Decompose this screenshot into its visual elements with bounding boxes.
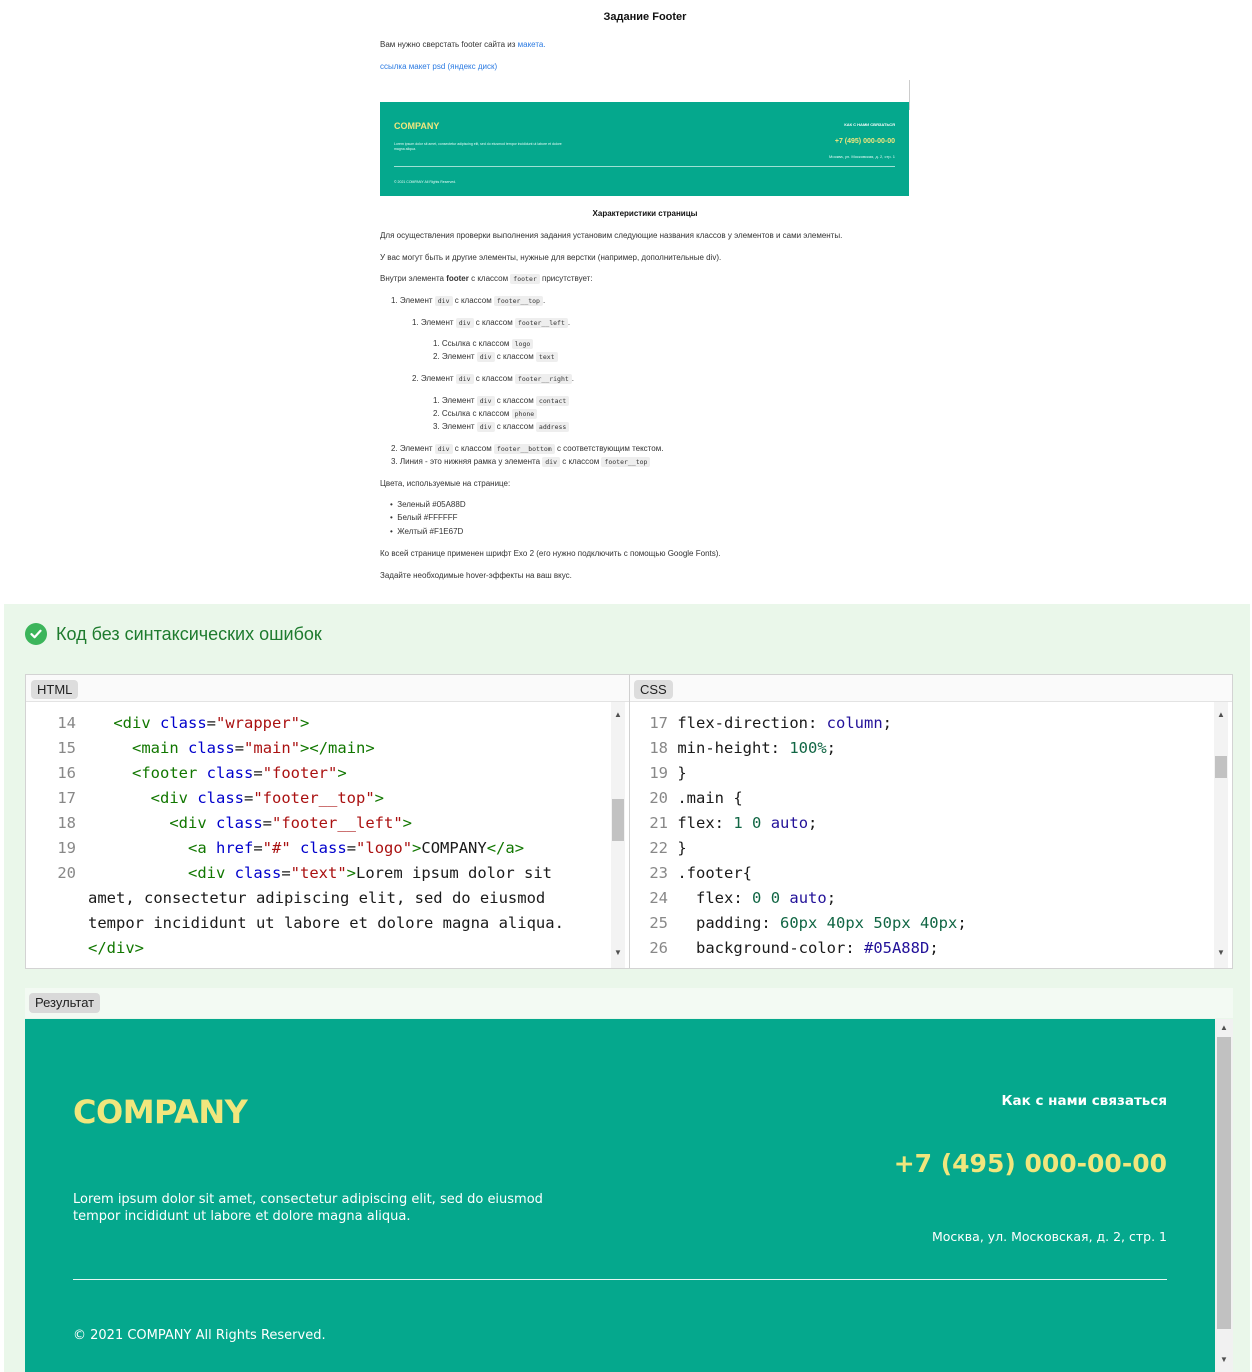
code-line: 20 <div class="text">Lorem ipsum dolor s… bbox=[57, 864, 552, 882]
intro-paragraph: Вам нужно сверстать footer сайта из маке… bbox=[380, 40, 546, 51]
footer-text: Lorem ipsum dolor sit amet, consectetur … bbox=[73, 1192, 543, 1224]
list-item: • Зеленый #05A88D bbox=[390, 500, 466, 509]
html-editor-scrollbar[interactable]: ▲ ▼ bbox=[611, 702, 625, 968]
code-line: 25 padding: 60px 40px 50px 40px; bbox=[649, 914, 967, 932]
para-classes: Для осуществления проверки выполнения за… bbox=[380, 231, 843, 240]
code-line: 19 } bbox=[649, 764, 687, 782]
footer-divider bbox=[73, 1279, 1167, 1280]
code-line: 18 min-height: 100%; bbox=[649, 739, 836, 757]
list-item: • Белый #FFFFFF bbox=[390, 513, 458, 522]
scroll-down-icon[interactable]: ▼ bbox=[1220, 1355, 1228, 1364]
characteristics-title: Характеристики страницы bbox=[592, 209, 698, 218]
inside-with-class: с классом bbox=[468, 274, 511, 283]
mockup-logo: COMPANY bbox=[394, 121, 440, 131]
list-item: 1. Элемент div с классом footer__top. bbox=[391, 296, 546, 306]
status-message: Код без синтаксических ошибок bbox=[25, 623, 322, 645]
html-editor[interactable]: 14 <div class="wrapper"> 15 <main class="… bbox=[26, 711, 612, 956]
phone-link[interactable]: +7 (495) 000-00-00 bbox=[894, 1149, 1167, 1178]
psd-paragraph: ссылка макет psd (яндекс диск) bbox=[380, 62, 497, 73]
code-line-wrap: tempor incididunt ut labore et dolore ma… bbox=[88, 914, 564, 932]
code-line: 15 <main class="main"></main> bbox=[57, 739, 375, 757]
code-line: 23 .footer{ bbox=[649, 864, 752, 882]
list-item: 3. Элемент div с классом address bbox=[433, 422, 570, 433]
html-editor-label: HTML bbox=[31, 680, 79, 699]
result-scrollbar[interactable]: ▲ ▼ bbox=[1215, 1019, 1233, 1372]
code-editors: HTML CSS 14 <div class="wrapper"> 15 <mai… bbox=[25, 674, 1233, 969]
task-title: Задание Footer bbox=[603, 11, 687, 23]
code-line-wrap: amet, consectetur adipiscing elit, sed d… bbox=[88, 889, 546, 907]
scroll-down-icon[interactable]: ▼ bbox=[1217, 948, 1225, 957]
logo-link[interactable]: COMPANY bbox=[73, 1093, 248, 1131]
mockup-link[interactable]: макета. bbox=[518, 40, 546, 49]
list-item: 2. Элемент div с классом text bbox=[433, 352, 558, 363]
result-label-bar: Результат bbox=[25, 988, 1233, 1018]
code-line: 20 .main { bbox=[649, 789, 743, 807]
psd-link[interactable]: ссылка макет psd (яндекс диск) bbox=[380, 62, 497, 71]
css-editor-label: CSS bbox=[634, 680, 673, 699]
list-item: 2. Элемент div с классом footer__right. bbox=[412, 374, 575, 384]
result-preview: COMPANY Lorem ipsum dolor sit amet, cons… bbox=[25, 1019, 1233, 1372]
inside-bold: footer bbox=[446, 274, 469, 283]
code-line: 24 flex: 0 0 auto; bbox=[649, 889, 837, 907]
list-item: 1. Элемент div с классом contact bbox=[433, 396, 570, 407]
code-line: 17 flex-direction: column; bbox=[649, 714, 892, 732]
scroll-up-icon[interactable]: ▲ bbox=[1220, 1023, 1228, 1032]
code-line: 18 <div class="footer__left"> bbox=[57, 814, 413, 832]
footer-address: Москва, ул. Московская, д. 2, стр. 1 bbox=[931, 1229, 1167, 1244]
inside-code: footer bbox=[510, 274, 540, 284]
code-line-wrap: </div> bbox=[88, 939, 144, 956]
check-circle-icon bbox=[25, 623, 47, 645]
editor-divider[interactable] bbox=[629, 675, 630, 968]
mockup-phone: +7 (495) 000-00-00 bbox=[834, 138, 895, 145]
code-line: 14 <div class="wrapper"> bbox=[57, 714, 310, 732]
intro-text: Вам нужно сверстать footer сайта из bbox=[380, 40, 518, 49]
list-item: • Желтый #F1E67D bbox=[390, 527, 464, 536]
status-text: Код без синтаксических ошибок bbox=[56, 623, 322, 644]
list-item: 2. Элемент div с классом footer__bottom … bbox=[391, 444, 664, 454]
mockup-address: Москва, ул. Московская, д. 2, стр. 1 bbox=[828, 154, 895, 159]
list-item: 3. Линия - это нижняя рамка у элемента d… bbox=[391, 457, 651, 468]
hover-note: Задайте необходимые hover-эффекты на ваш… bbox=[380, 571, 572, 580]
list-item: 2. Ссылка с классом phone bbox=[433, 409, 538, 420]
inside-prefix: Внутри элемента bbox=[380, 274, 447, 283]
para-extra-elements: У вас могут быть и другие элементы, нужн… bbox=[380, 253, 722, 262]
css-editor-scrollbar[interactable]: ▲ ▼ bbox=[1214, 702, 1228, 968]
scroll-up-icon[interactable]: ▲ bbox=[1217, 710, 1225, 719]
list-item: 1. Элемент div с классом footer__left. bbox=[412, 318, 571, 328]
scrollbar-thumb[interactable] bbox=[1215, 756, 1227, 778]
footer-mockup-image: COMPANY Lorem ipsum dolor sit amet, cons… bbox=[380, 102, 909, 196]
scroll-up-icon[interactable]: ▲ bbox=[614, 710, 622, 719]
code-line: 17 <div class="footer__top"> bbox=[57, 789, 385, 807]
code-line: 21 flex: 1 0 auto; bbox=[649, 814, 818, 832]
footer-contact: Как с нами связаться bbox=[1001, 1093, 1167, 1109]
code-line: 16 <footer class="footer"> bbox=[57, 764, 347, 782]
mockup-contact: КАК С НАМИ СВЯЗАТЬСЯ bbox=[844, 122, 895, 127]
scrollbar-thumb[interactable] bbox=[612, 799, 624, 841]
list-item: 1. Ссылка с классом logo bbox=[433, 339, 534, 350]
inside-suffix: присутствует: bbox=[539, 274, 593, 283]
para-inside-footer: Внутри элемента footer с классом footer … bbox=[380, 274, 593, 285]
scroll-down-icon[interactable]: ▼ bbox=[614, 948, 622, 957]
font-note: Ко всей странице применен шрифт Exo 2 (е… bbox=[380, 549, 721, 558]
colors-title: Цвета, используемые на странице: bbox=[380, 479, 511, 488]
mockup-text: Lorem ipsum dolor sit amet, consectetur … bbox=[394, 142, 562, 151]
mockup-copyright: © 2021 COMPANY All Rights Reserved. bbox=[394, 180, 457, 184]
scrollbar-thumb[interactable] bbox=[1217, 1037, 1231, 1329]
footer-copyright: © 2021 COMPANY All Rights Reserved. bbox=[73, 1328, 326, 1343]
mockup-edge bbox=[909, 80, 910, 110]
css-editor[interactable]: 17 flex-direction: column; 18 min-height:… bbox=[634, 711, 1214, 956]
result-label: Результат bbox=[29, 993, 101, 1013]
code-line: 19 <a href="#" class="logo">COMPANY</a> bbox=[57, 839, 525, 857]
code-line: 22 } bbox=[649, 839, 687, 857]
code-line: 26 background-color: #05A88D; bbox=[649, 939, 939, 956]
mockup-divider bbox=[394, 166, 895, 167]
